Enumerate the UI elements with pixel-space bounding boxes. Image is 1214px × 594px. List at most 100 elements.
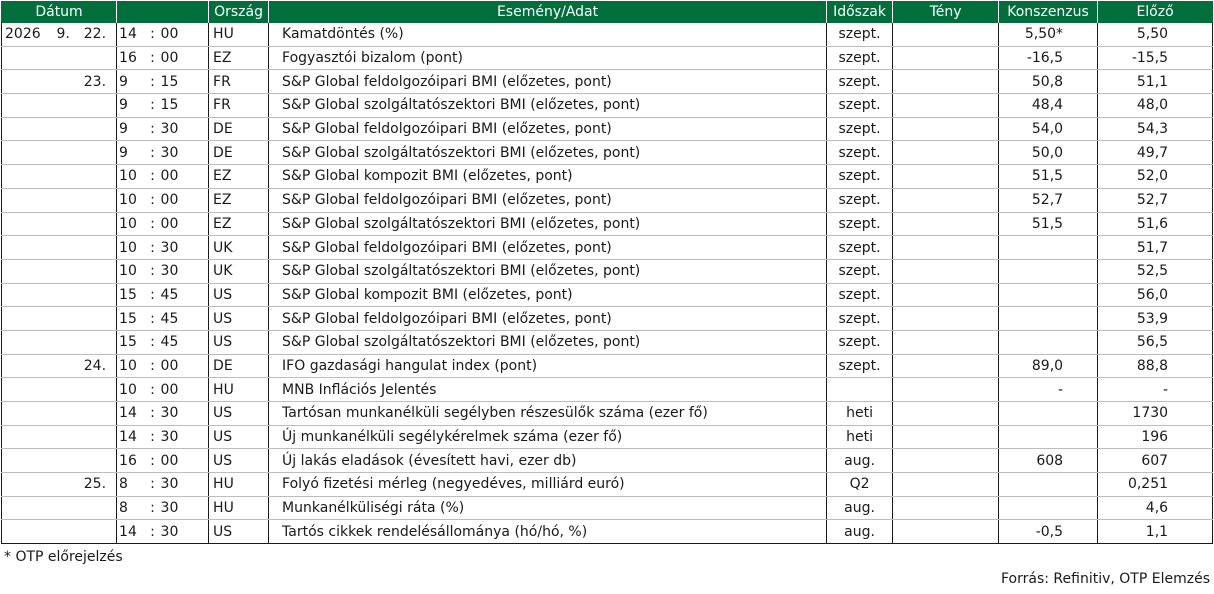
time-hour-cell: 8: [116, 472, 147, 497]
date-day-cell: [80, 330, 117, 355]
consensus-cell: 50,0: [998, 140, 1098, 166]
date-month-cell: [52, 425, 81, 450]
event-cell: S&P Global feldolgozóipari BMI (előzetes…: [268, 306, 827, 331]
consensus-cell: 608: [998, 448, 1098, 474]
previous-cell: 1730: [1097, 401, 1214, 426]
time-hour-cell: 14: [116, 23, 147, 47]
previous-cell: 56,0: [1097, 283, 1214, 308]
economic-calendar-table: Dátum Ország Esemény/Adat Időszak Tény K…: [0, 1, 1214, 545]
event-cell: S&P Global szolgáltatószektori BMI (előz…: [268, 140, 827, 166]
country-cell: US: [208, 425, 269, 450]
date-year-cell: [1, 140, 53, 166]
country-cell: EZ: [208, 212, 269, 237]
date-month-cell: 9.: [52, 23, 81, 47]
date-day-cell: [80, 519, 117, 545]
country-cell: HU: [208, 496, 269, 521]
time-separator-cell: :: [146, 93, 159, 118]
country-cell: US: [208, 283, 269, 308]
event-cell: Fogyasztói bizalom (pont): [268, 46, 827, 71]
event-cell: S&P Global feldolgozóipari BMI (előzetes…: [268, 235, 827, 260]
consensus-cell: -0,5: [998, 519, 1098, 545]
previous-cell: 53,9: [1097, 306, 1214, 331]
table-header-row: Dátum Ország Esemény/Adat Időszak Tény K…: [0, 1, 1214, 23]
time-minute-cell: 15: [158, 69, 209, 95]
country-cell: DE: [208, 354, 269, 379]
table-row: 9:30 DE S&P Global szolgáltatószektori BMI…: [1, 140, 1214, 166]
event-cell: S&P Global feldolgozóipari BMI (előzetes…: [268, 188, 827, 213]
date-day-cell: 25.: [80, 472, 117, 497]
date-day-cell: 22.: [80, 23, 117, 47]
country-cell: HU: [208, 472, 269, 497]
consensus-cell: 5,50*: [998, 23, 1098, 47]
time-minute-cell: 30: [158, 519, 209, 545]
table-row: 10:00 HU MNB Inflációs Jelentés - -: [1, 377, 1214, 402]
period-cell: szept.: [826, 259, 893, 284]
time-hour-cell: 10: [116, 212, 147, 237]
date-year-cell: [1, 212, 53, 237]
time-minute-cell: 00: [158, 164, 209, 189]
period-cell: [826, 377, 893, 402]
table-row: 2026 9. 22. 14:00 HU Kamatdöntés (%) szept. 5,5…: [1, 23, 1214, 47]
period-cell: szept.: [826, 117, 893, 142]
table-row: 10:00 EZ S&P Global kompozit BMI (előzetes…: [1, 164, 1214, 189]
consensus-cell: [998, 496, 1098, 521]
date-day-cell: [80, 164, 117, 189]
time-separator-cell: :: [146, 69, 159, 95]
date-year-cell: [1, 69, 53, 95]
date-day-cell: [80, 425, 117, 450]
date-day-cell: [80, 283, 117, 308]
period-cell: szept.: [826, 188, 893, 213]
date-month-cell: [52, 519, 81, 545]
date-day-cell: [80, 212, 117, 237]
period-cell: szept.: [826, 283, 893, 308]
actual-cell: [892, 448, 999, 474]
period-cell: szept.: [826, 140, 893, 166]
table-row: 16:00 US Új lakás eladások (évesített havi…: [1, 448, 1214, 474]
date-month-cell: [52, 235, 81, 260]
time-minute-cell: 00: [158, 212, 209, 237]
consensus-cell: [998, 306, 1098, 331]
date-day-cell: 23.: [80, 69, 117, 95]
time-separator-cell: :: [146, 164, 159, 189]
date-day-cell: [80, 377, 117, 402]
time-minute-cell: 30: [158, 472, 209, 497]
consensus-cell: 50,8: [998, 69, 1098, 95]
actual-cell: [892, 93, 999, 118]
date-day-cell: [80, 46, 117, 71]
period-cell: szept.: [826, 69, 893, 95]
previous-cell: 51,6: [1097, 212, 1214, 237]
time-separator-cell: :: [146, 401, 159, 426]
previous-cell: -15,5: [1097, 46, 1214, 71]
country-cell: DE: [208, 140, 269, 166]
event-cell: IFO gazdasági hangulat index (pont): [268, 354, 827, 379]
footnote: * OTP előrejelzés: [4, 549, 123, 565]
header-elozo: Előző: [1097, 1, 1214, 23]
previous-cell: 52,5: [1097, 259, 1214, 284]
date-day-cell: [80, 235, 117, 260]
table-row: 9:30 DE S&P Global feldolgozóipari BMI (el…: [1, 117, 1214, 142]
country-cell: US: [208, 306, 269, 331]
time-separator-cell: :: [146, 140, 159, 166]
date-year-cell: 2026: [1, 23, 53, 47]
consensus-cell: 54,0: [998, 117, 1098, 142]
event-cell: Kamatdöntés (%): [268, 23, 827, 47]
country-cell: DE: [208, 117, 269, 142]
time-minute-cell: 00: [158, 448, 209, 474]
time-hour-cell: 9: [116, 140, 147, 166]
header-datum: Dátum: [0, 1, 118, 23]
header-time-spacer: [116, 1, 210, 23]
period-cell: Q2: [826, 472, 893, 497]
actual-cell: [892, 259, 999, 284]
time-hour-cell: 10: [116, 188, 147, 213]
consensus-cell: [998, 472, 1098, 497]
previous-cell: 88,8: [1097, 354, 1214, 379]
country-cell: US: [208, 519, 269, 545]
time-minute-cell: 30: [158, 425, 209, 450]
time-minute-cell: 00: [158, 23, 209, 47]
table-row: 10:30 UK S&P Global szolgáltatószektori BM…: [1, 259, 1214, 284]
event-cell: S&P Global szolgáltatószektori BMI (előz…: [268, 93, 827, 118]
previous-cell: 4,6: [1097, 496, 1214, 521]
date-month-cell: [52, 93, 81, 118]
time-hour-cell: 16: [116, 448, 147, 474]
time-separator-cell: :: [146, 306, 159, 331]
